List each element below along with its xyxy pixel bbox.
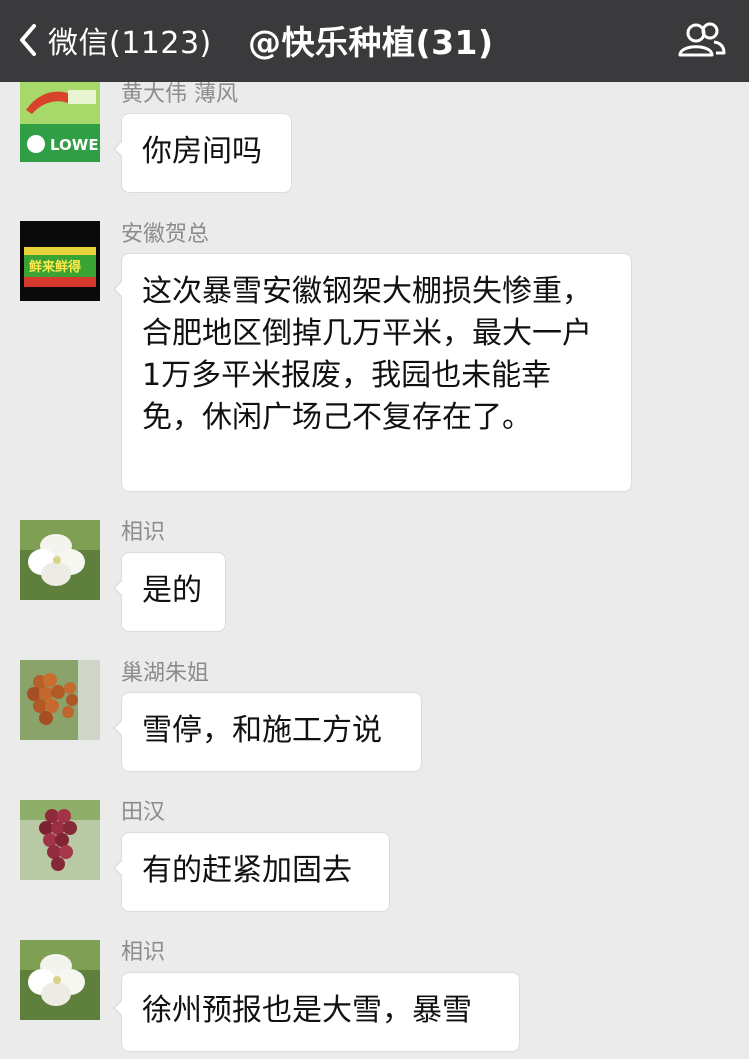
message-bubble[interactable]: 你房间吗 (113, 113, 292, 193)
logo-icon: LOWE (20, 82, 100, 162)
back-button[interactable]: 微信(1123) (14, 18, 212, 62)
sign-icon: 鲜来鲜得 (20, 221, 100, 301)
message-text: 你房间吗 (142, 134, 262, 169)
avatar[interactable]: LOWE (20, 82, 100, 162)
svg-text:鲜来鲜得: 鲜来鲜得 (29, 259, 81, 275)
sender-name: 相识 (121, 940, 166, 965)
grapes-icon (20, 660, 100, 740)
sender-name: 巢湖朱姐 (121, 661, 210, 686)
message-text: 这次暴雪安徽钢架大棚损失惨重，合肥地区倒掉几万平米，最大一户1万多平米报废，我园… (142, 274, 592, 435)
avatar[interactable] (20, 800, 100, 880)
message-bubble[interactable]: 是的 (113, 552, 226, 632)
chat-header: 微信(1123) @快乐种植(31) (0, 0, 749, 82)
sender-name: 安徽贺总 (121, 222, 210, 247)
avatar[interactable] (20, 520, 100, 600)
chat-title: @快乐种植(31) (248, 23, 494, 62)
grapes-icon (20, 800, 100, 880)
sender-name: 田汉 (121, 800, 166, 825)
group-members-icon (678, 22, 726, 57)
sender-name: 相识 (121, 520, 166, 545)
message-bubble[interactable]: 这次暴雪安徽钢架大棚损失惨重，合肥地区倒掉几万平米，最大一户1万多平米报废，我园… (113, 253, 632, 492)
message-bubble[interactable]: 徐州预报也是大雪，暴雪 (113, 972, 520, 1052)
avatar[interactable] (20, 940, 100, 1020)
flower-icon (20, 520, 100, 600)
message-text: 雪停，和施工方说 (142, 713, 382, 748)
sender-name: 黄大伟 薄风 (121, 82, 238, 107)
avatar[interactable] (20, 660, 100, 740)
message-text: 徐州预报也是大雪，暴雪 (142, 993, 472, 1028)
flower-icon (20, 940, 100, 1020)
message-text: 是的 (142, 573, 202, 608)
message-bubble[interactable]: 有的赶紧加固去 (113, 832, 390, 912)
chevron-left-icon (20, 24, 36, 56)
back-label: 微信(1123) (48, 26, 212, 61)
group-info-button[interactable] (674, 18, 730, 62)
message-text: 有的赶紧加固去 (142, 853, 352, 888)
message-bubble[interactable]: 雪停，和施工方说 (113, 692, 422, 772)
avatar[interactable]: 鲜来鲜得 (20, 221, 100, 301)
svg-text:LOWE: LOWE (50, 136, 99, 154)
